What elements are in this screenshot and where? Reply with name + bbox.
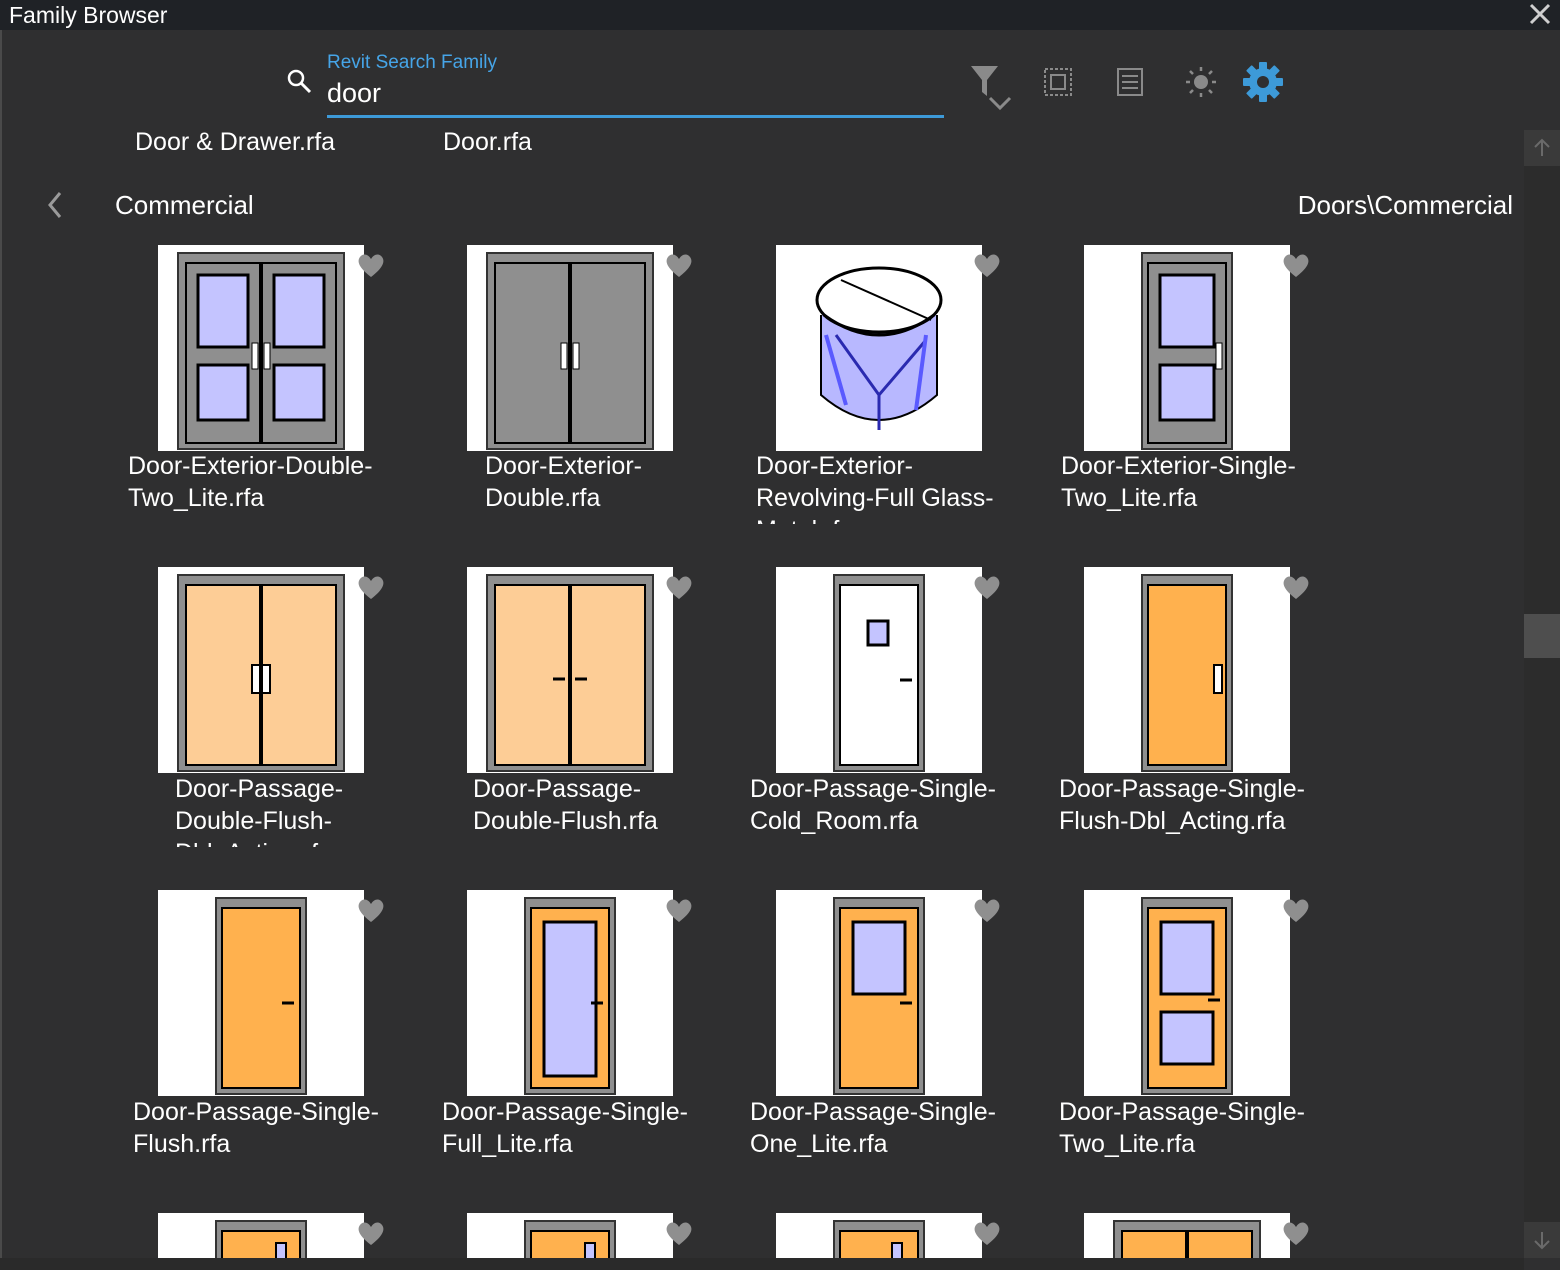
favorite-heart-icon[interactable]	[1281, 896, 1311, 924]
suggestion-door[interactable]: Door.rfa	[443, 128, 532, 157]
family-name-label[interactable]: Door-Passage- Double-Flush.rfa	[473, 773, 773, 837]
favorite-heart-icon[interactable]	[972, 896, 1002, 924]
family-thumbnail[interactable]	[467, 890, 673, 1096]
single-full-lite-image	[524, 897, 616, 1095]
family-name-label[interactable]: Door-Exterior-Double- Two_Lite.rfa	[128, 450, 428, 514]
favorite-heart-icon[interactable]	[664, 1219, 694, 1247]
single-flush-image	[215, 897, 307, 1095]
scrollbar-track[interactable]	[1524, 130, 1560, 1258]
family-thumbnail[interactable]	[467, 245, 673, 451]
family-thumbnail[interactable]	[776, 245, 982, 451]
select-region-icon[interactable]	[1040, 60, 1084, 104]
family-name-label[interactable]: Door-Passage-Single- Cold_Room.rfa	[750, 773, 1050, 837]
family-name-label[interactable]: Door-Passage-Single- Two_Lite.rfa	[1059, 1096, 1359, 1160]
revolving-door-image	[815, 266, 943, 430]
door-partial-image	[215, 1220, 307, 1258]
search-label: Revit Search Family	[327, 52, 497, 73]
family-thumbnail[interactable]	[1084, 245, 1290, 451]
scroll-up-arrow-icon[interactable]	[1524, 130, 1560, 166]
settings-gear-icon[interactable]	[1241, 60, 1285, 104]
single-one-lite-image	[833, 897, 925, 1095]
family-thumbnail[interactable]	[158, 567, 364, 773]
family-thumbnail[interactable]	[158, 890, 364, 1096]
list-view-icon[interactable]	[1112, 60, 1156, 104]
family-thumbnail[interactable]	[1084, 1213, 1290, 1258]
window-title: Family Browser	[9, 2, 168, 28]
favorite-heart-icon[interactable]	[356, 896, 386, 924]
double-flush-image	[486, 574, 654, 772]
favorite-heart-icon[interactable]	[1281, 573, 1311, 601]
double-flush-dbl-acting-image	[177, 574, 345, 772]
family-thumbnail[interactable]	[1084, 567, 1290, 773]
favorite-heart-icon[interactable]	[356, 573, 386, 601]
favorite-heart-icon[interactable]	[1281, 251, 1311, 279]
double-door-two-lite-image	[177, 252, 345, 450]
family-name-label[interactable]: Door-Exterior-Revolving-Full Glass-Metal…	[756, 450, 1056, 524]
family-thumbnail[interactable]	[1084, 890, 1290, 1096]
family-thumbnail[interactable]	[776, 1213, 982, 1258]
favorite-heart-icon[interactable]	[356, 251, 386, 279]
door-partial-image	[524, 1220, 616, 1258]
current-folder: Commercial	[115, 190, 254, 220]
favorite-heart-icon[interactable]	[356, 1219, 386, 1247]
favorite-heart-icon[interactable]	[1281, 1219, 1311, 1247]
family-thumbnail[interactable]	[776, 890, 982, 1096]
favorite-heart-icon[interactable]	[664, 896, 694, 924]
scroll-down-arrow-icon[interactable]	[1524, 1222, 1560, 1258]
close-icon[interactable]	[1524, 0, 1554, 30]
single-door-two-lite-grey-image	[1141, 252, 1233, 450]
family-name-label[interactable]: Door-Passage-Single- Flush-Dbl_Acting.rfa	[1059, 773, 1359, 837]
search-underline	[327, 115, 944, 118]
window-border	[0, 30, 2, 1270]
family-name-label[interactable]: Door-Passage-Single- Full_Lite.rfa	[442, 1096, 742, 1160]
title-bar: Family Browser	[0, 0, 1560, 30]
cold-room-door-image	[833, 574, 925, 772]
family-name-label[interactable]: Door-Passage-Double-Flush-Dbl_Acting.rfa	[175, 773, 475, 847]
favorite-heart-icon[interactable]	[972, 1219, 1002, 1247]
single-flush-dbl-acting-image	[1141, 574, 1233, 772]
family-name-label[interactable]: Door-Passage-Single- One_Lite.rfa	[750, 1096, 1050, 1160]
family-thumbnail[interactable]	[776, 567, 982, 773]
favorite-heart-icon[interactable]	[972, 573, 1002, 601]
search-input[interactable]	[327, 76, 939, 110]
scrollbar-thumb[interactable]	[1524, 614, 1560, 658]
search-icon	[287, 69, 312, 94]
double-door-partial-image	[1113, 1220, 1261, 1258]
folder-path: Doors\Commercial	[1297, 190, 1513, 220]
family-name-label[interactable]: Door-Passage-Single- Flush.rfa	[133, 1096, 433, 1160]
family-thumbnail[interactable]	[158, 1213, 364, 1258]
double-door-image	[486, 252, 654, 450]
brightness-icon[interactable]	[1180, 60, 1224, 104]
family-name-label[interactable]: Door-Exterior-Single- Two_Lite.rfa	[1061, 450, 1361, 514]
single-two-lite-image	[1141, 897, 1233, 1095]
favorite-heart-icon[interactable]	[664, 251, 694, 279]
bottom-edge	[0, 1258, 1524, 1270]
family-thumbnail[interactable]	[158, 245, 364, 451]
back-chevron-icon[interactable]	[40, 188, 70, 222]
family-name-label[interactable]: Door-Exterior- Double.rfa	[485, 450, 785, 514]
family-thumbnail[interactable]	[467, 567, 673, 773]
filter-icon[interactable]	[968, 62, 1018, 114]
family-thumbnail[interactable]	[467, 1213, 673, 1258]
favorite-heart-icon[interactable]	[664, 573, 694, 601]
door-partial-image	[833, 1220, 925, 1258]
favorite-heart-icon[interactable]	[972, 251, 1002, 279]
suggestion-door-drawer[interactable]: Door & Drawer.rfa	[135, 128, 335, 157]
